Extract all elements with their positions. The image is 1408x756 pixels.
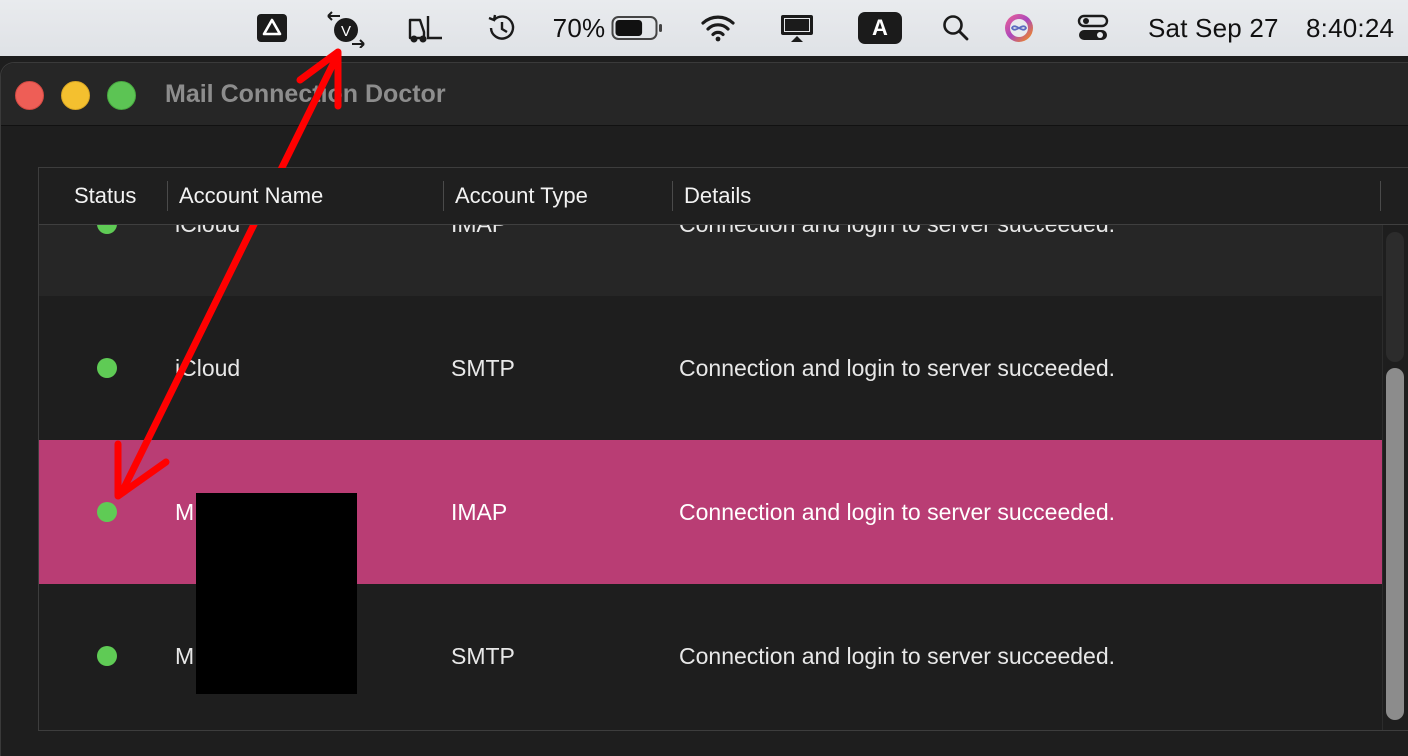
column-divider[interactable] — [443, 181, 444, 211]
time-machine-icon[interactable] — [482, 0, 520, 56]
battery-percent[interactable]: 70% — [552, 0, 606, 56]
account-type-cell: SMTP — [451, 642, 515, 669]
column-header-account-type[interactable]: Account Type — [455, 168, 588, 224]
window-titlebar: Mail Connection Doctor — [1, 63, 1408, 126]
battery-icon[interactable] — [610, 0, 664, 56]
zoom-button[interactable] — [107, 81, 136, 110]
search-icon[interactable] — [938, 0, 974, 56]
minimize-button[interactable] — [61, 81, 90, 110]
screen-mirroring-icon[interactable] — [776, 0, 818, 56]
siri-icon[interactable] — [1000, 0, 1038, 56]
scrollbar-track-highlight — [1386, 232, 1404, 362]
menubar-date[interactable]: Sat Sep 27 — [1148, 0, 1296, 56]
details-cell: Connection and login to server succeeded… — [679, 642, 1116, 669]
column-divider[interactable] — [672, 181, 673, 211]
wifi-icon[interactable] — [698, 0, 738, 56]
account-name-cell: M — [175, 642, 195, 669]
column-header-status[interactable]: Status — [74, 168, 136, 224]
account-name-cell: M — [175, 498, 195, 525]
column-divider[interactable] — [1380, 181, 1381, 211]
table-header: Status Account Name Account Type Details — [39, 168, 1408, 225]
vpn-icon[interactable]: V — [322, 0, 368, 56]
status-indicator — [97, 358, 117, 378]
column-header-details[interactable]: Details — [684, 168, 751, 224]
table-row[interactable]: iCloud SMTP Connection and login to serv… — [39, 296, 1382, 440]
vertical-scrollbar-thumb[interactable] — [1386, 368, 1404, 720]
input-source-icon[interactable]: A — [856, 0, 904, 56]
account-type-cell: IMAP — [451, 498, 508, 525]
window-title: Mail Connection Doctor — [165, 80, 446, 108]
screen: V 70% A Sat Sep 27 8:40:24 Mail Connecti… — [0, 0, 1408, 756]
google-drive-icon[interactable] — [252, 0, 292, 56]
close-button[interactable] — [15, 81, 44, 110]
svg-text:V: V — [341, 23, 351, 40]
account-name-cell: iCloud — [175, 354, 241, 381]
account-type-cell: SMTP — [451, 354, 515, 381]
menubar-time[interactable]: 8:40:24 — [1306, 0, 1408, 56]
redaction-box — [196, 493, 357, 694]
forklift-icon[interactable] — [404, 0, 446, 56]
menu-bar: V 70% A Sat Sep 27 8:40:24 — [0, 0, 1408, 56]
column-header-account-name[interactable]: Account Name — [179, 168, 323, 224]
details-cell: Connection and login to server succeeded… — [679, 498, 1116, 525]
status-indicator — [97, 646, 117, 666]
details-cell: Connection and login to server succeeded… — [679, 354, 1116, 381]
control-center-icon[interactable] — [1072, 0, 1114, 56]
status-indicator — [97, 502, 117, 522]
column-divider[interactable] — [167, 181, 168, 211]
